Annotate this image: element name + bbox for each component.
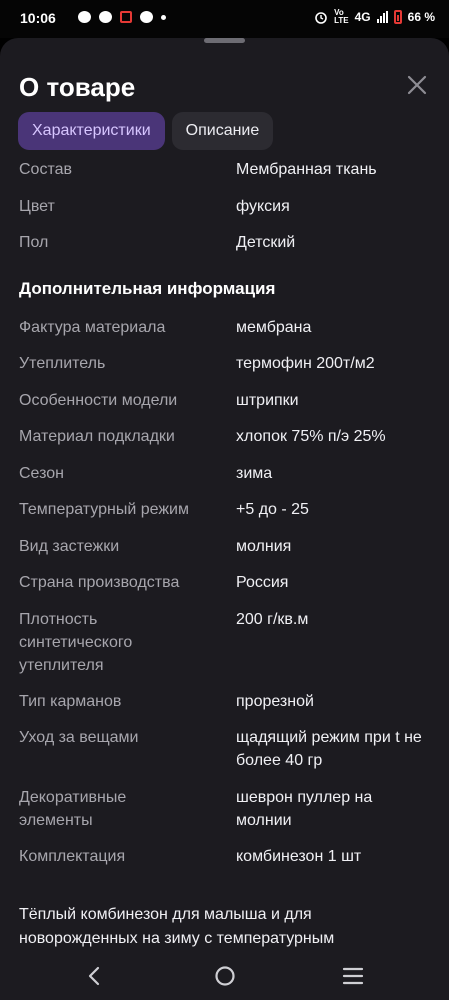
system-navigation-bar [0,952,449,1000]
spec-label: Страна производства [19,574,180,591]
sheet-drag-handle[interactable] [204,38,245,43]
system-icons: Vo LTE 4G 66 % [314,9,435,25]
section-heading: Дополнительная информация [19,279,276,298]
spec-value: термофин 200т/м2 [236,355,375,372]
spec-label: Вид застежки [19,538,120,555]
battery-level: 66 % [407,10,435,24]
spec-value: Детский [236,234,296,251]
spec-label: Состав [19,161,72,178]
network-type: 4G [354,10,371,24]
spec-label: Декоративные элементы [19,789,127,829]
spec-label: Уход за вещами [19,729,139,746]
spec-value: прорезной [236,693,314,710]
spec-label: Температурный режим [19,501,189,518]
home-button[interactable] [213,964,237,988]
product-info-sheet: О товаре Характеристики Описание Состав … [0,38,449,1000]
status-bar: 10:06 Vo LTE 4G 66 % [0,0,449,38]
close-icon [407,75,427,95]
spec-value: Россия [236,574,289,591]
alarm-icon [315,12,327,24]
app-notification-icon [120,11,132,23]
spec-value: +5 до - 25 [236,501,309,518]
spec-value: хлопок 75% п/э 25% [236,428,386,445]
recents-button[interactable] [341,964,365,988]
characteristics-list[interactable]: Состав Мембранная ткань Цвет фуксия Пол … [0,158,449,958]
spec-label: Фактура материала [19,319,166,336]
more-notifications-icon [161,14,166,20]
spec-value: мембрана [236,319,312,336]
spec-value: Мембранная ткань [236,161,377,178]
notification-icons [78,11,166,23]
battery-icon [393,10,402,24]
status-time: 10:06 [20,10,56,26]
spec-label: Утеплитель [19,355,106,372]
spec-label: Материал подкладки [19,428,175,445]
sheet-title: О товаре [19,72,136,102]
spec-value: молния [236,538,292,555]
spec-label: Тип карманов [19,693,122,710]
spec-label: Сезон [19,465,64,482]
chat-icon [78,11,91,23]
spec-value: фуксия [236,198,290,215]
back-button[interactable] [83,964,107,988]
message-icon [99,11,112,23]
tab-bar: Характеристики Описание [18,112,274,150]
close-button[interactable] [402,70,432,100]
spec-value: комбинезон 1 шт [236,848,362,865]
spec-label: Комплектация [19,848,126,865]
spec-value: штрипки [236,392,299,409]
back-icon [88,966,100,986]
spec-value: шеврон пуллер на молнии [236,789,373,829]
spec-label: Плотность синтетического утеплителя [19,611,133,674]
spec-value: зима [236,465,273,482]
spec-label: Цвет [19,198,55,215]
app-icon [140,11,153,23]
tab-characteristics[interactable]: Характеристики [18,112,165,150]
spec-label: Особенности модели [19,392,178,409]
spec-value: 200 г/кв.м [236,611,309,628]
home-icon [215,966,235,986]
product-description: Тёплый комбинезон для малыша и для новор… [19,906,335,947]
spec-value: щадящий режим при t не более 40 гр [236,729,422,769]
recents-icon [342,967,364,985]
signal-icon [376,11,388,23]
volte-icon: Vo LTE [334,8,349,25]
tab-description[interactable]: Описание [171,112,274,150]
spec-label: Пол [19,234,49,251]
